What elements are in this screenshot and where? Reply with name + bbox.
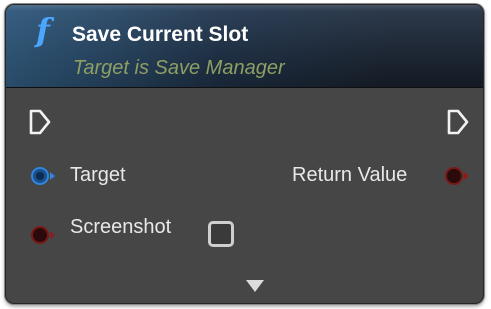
return-value-pin[interactable]	[442, 165, 472, 187]
screenshot-pin[interactable]	[28, 224, 58, 246]
target-pin-label: Target	[70, 164, 126, 186]
target-pin[interactable]	[28, 165, 58, 187]
node-title: Save Current Slot	[72, 23, 249, 46]
node-subtitle: Target is Save Manager	[73, 57, 285, 79]
exec-in-pin[interactable]	[28, 109, 52, 135]
return-value-pin-label: Return Value	[292, 164, 408, 186]
triangle-down-icon[interactable]	[245, 279, 265, 293]
screenshot-checkbox[interactable]	[208, 221, 234, 247]
blueprint-node[interactable]: f Save Current Slot Target is Save Manag…	[5, 4, 484, 304]
function-icon: f	[36, 11, 50, 49]
screenshot-pin-label: Screenshot	[70, 216, 172, 238]
node-header[interactable]: f Save Current Slot Target is Save Manag…	[6, 5, 483, 88]
exec-out-pin[interactable]	[446, 109, 470, 135]
